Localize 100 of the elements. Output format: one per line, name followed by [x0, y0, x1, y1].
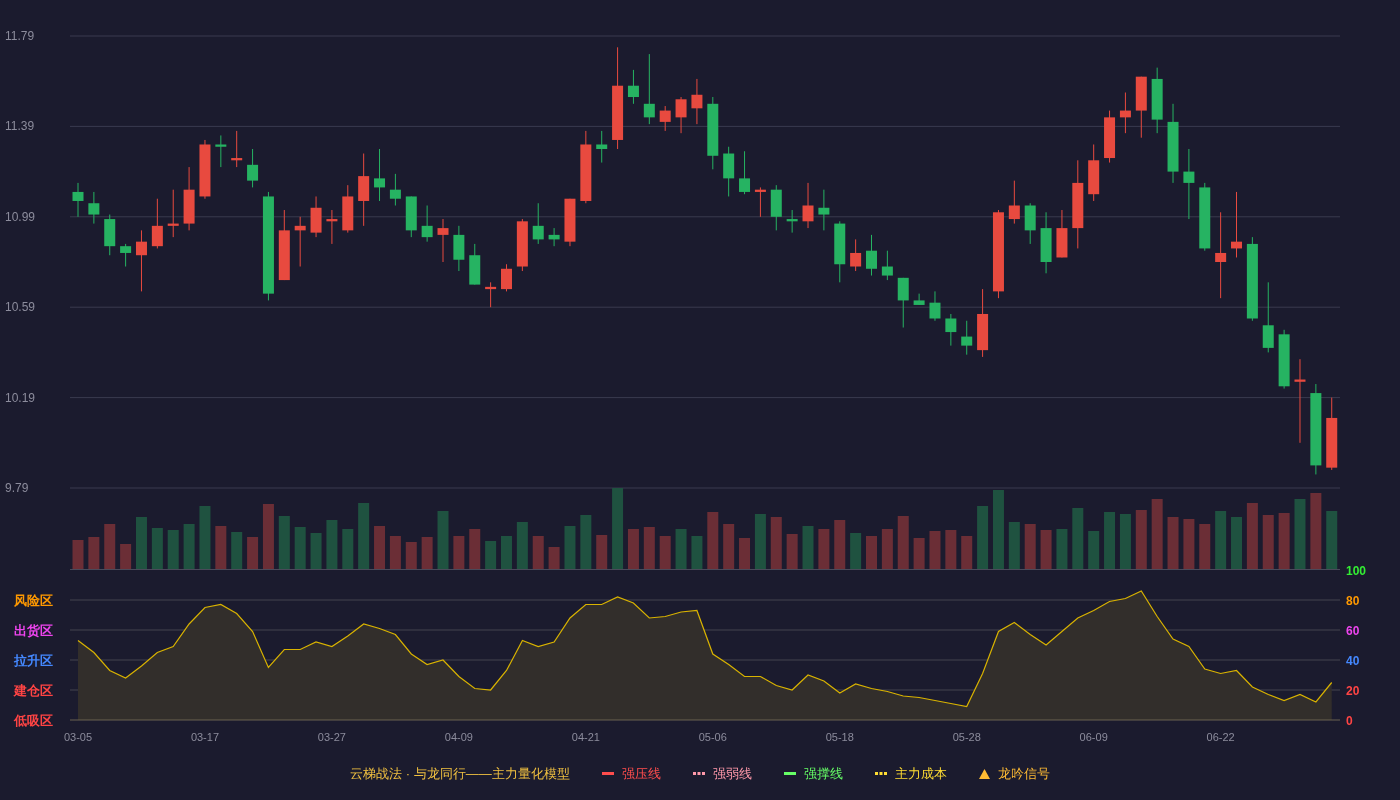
candlestick: [802, 182, 814, 229]
candlestick: [278, 209, 290, 281]
candlestick: [151, 198, 163, 249]
candlestick: [897, 277, 909, 329]
candlestick: [818, 189, 830, 231]
candlestick: [231, 130, 243, 168]
axis-label: 9.79: [5, 481, 29, 495]
candlestick: [1119, 92, 1131, 134]
axis-label: 10.99: [5, 209, 36, 224]
candlestick: [326, 209, 338, 245]
candlestick: [723, 146, 735, 197]
date-label: 03-17: [190, 731, 220, 743]
candlestick: [850, 238, 862, 272]
date-label: 04-21: [571, 731, 600, 743]
axis-label: 80: [1346, 593, 1360, 608]
candlestick: [294, 216, 306, 267]
axis-label: 11.39: [5, 119, 35, 134]
candlestick: [564, 198, 576, 247]
candlestick: [104, 214, 116, 256]
candlestick: [659, 105, 671, 132]
candlestick: [342, 184, 354, 234]
candlestick: [247, 148, 259, 188]
candlestick: [136, 229, 147, 292]
zone-label: 拉升区: [14, 653, 53, 668]
zone-label: 低吸区: [14, 713, 53, 728]
date-label: 05-18: [825, 731, 854, 743]
candlestick: [881, 250, 893, 281]
axis-label: 20: [1346, 683, 1360, 698]
candlestick: [1231, 191, 1242, 258]
candlestick: [1183, 148, 1195, 220]
candlestick: [945, 313, 957, 347]
zone-label: 风险区: [14, 593, 53, 608]
candlestick: [929, 290, 941, 322]
candlestick: [88, 191, 100, 225]
candlestick: [183, 166, 195, 231]
date-label: 06-22: [1206, 731, 1235, 743]
candlestick: [1199, 182, 1211, 252]
candlestick: [1151, 67, 1163, 134]
candlestick: [643, 53, 655, 125]
axis-label: 0: [1346, 713, 1353, 728]
axis-label: 11.79: [5, 29, 35, 43]
legend-title: 云梯战法 · 与龙同行——主力量化模型: [350, 765, 570, 783]
candlestick: [389, 173, 401, 206]
candlestick: [1135, 76, 1147, 139]
candlestick: [770, 184, 782, 231]
candlestick: [1088, 144, 1100, 202]
candlestick: [596, 130, 608, 164]
candlestick: [834, 220, 846, 283]
candlestick: [405, 195, 417, 238]
legend-label[interactable]: 强撑线: [803, 764, 843, 784]
candlestick: [453, 225, 465, 272]
candlestick: [485, 281, 497, 308]
candlestick: [120, 243, 132, 267]
date-label: 03-05: [63, 731, 93, 743]
candlestick: [961, 320, 973, 356]
candlestick: [469, 243, 481, 286]
candlestick: [1040, 211, 1052, 274]
legend-label[interactable]: 龙吟信号: [997, 764, 1050, 784]
candlestick: [739, 150, 751, 195]
candlestick: [675, 96, 687, 134]
candlestick: [691, 78, 703, 125]
zone-label: 出货区: [14, 623, 53, 638]
candlestick: [437, 218, 449, 263]
candlestick: [1104, 110, 1116, 164]
zone-label: 建仓区: [14, 683, 53, 698]
candlestick: [374, 148, 386, 202]
candlestick: [786, 209, 798, 234]
axis-label: 40: [1346, 653, 1360, 668]
candlestick: [754, 186, 766, 218]
candlestick: [501, 263, 512, 292]
candlestick: [548, 227, 560, 247]
candlestick: [1024, 202, 1036, 245]
candlestick: [310, 195, 322, 238]
candlestick: [72, 182, 84, 218]
candlestick: [866, 234, 877, 277]
legend-label[interactable]: 强弱线: [712, 764, 752, 784]
candlestick: [421, 205, 433, 243]
candlestick: [215, 134, 227, 168]
date-label: 03-27: [317, 731, 346, 743]
candlestick: [1056, 209, 1068, 258]
legend-label[interactable]: 强压线: [621, 764, 661, 784]
legend-label[interactable]: 主力成本: [894, 764, 947, 784]
candlestick: [167, 189, 179, 238]
candlestick: [532, 202, 544, 245]
candlestick: [913, 293, 925, 306]
candlestick: [516, 218, 528, 272]
date-label: 05-28: [952, 731, 981, 743]
candlestick: [977, 288, 989, 358]
candlestick: [1262, 281, 1274, 353]
date-label: 05-06: [698, 731, 727, 743]
candlestick: [199, 139, 211, 200]
date-label: 06-09: [1079, 731, 1108, 743]
axis-label: 100: [1346, 563, 1367, 578]
axis-label: 60: [1346, 623, 1360, 638]
candlestick: [1008, 180, 1020, 225]
date-label: 04-09: [444, 731, 473, 743]
candlestick: [1278, 329, 1290, 390]
candlestick: [627, 69, 639, 105]
axis-label: 10.19: [5, 390, 36, 405]
axis-label: 10.59: [5, 300, 36, 315]
